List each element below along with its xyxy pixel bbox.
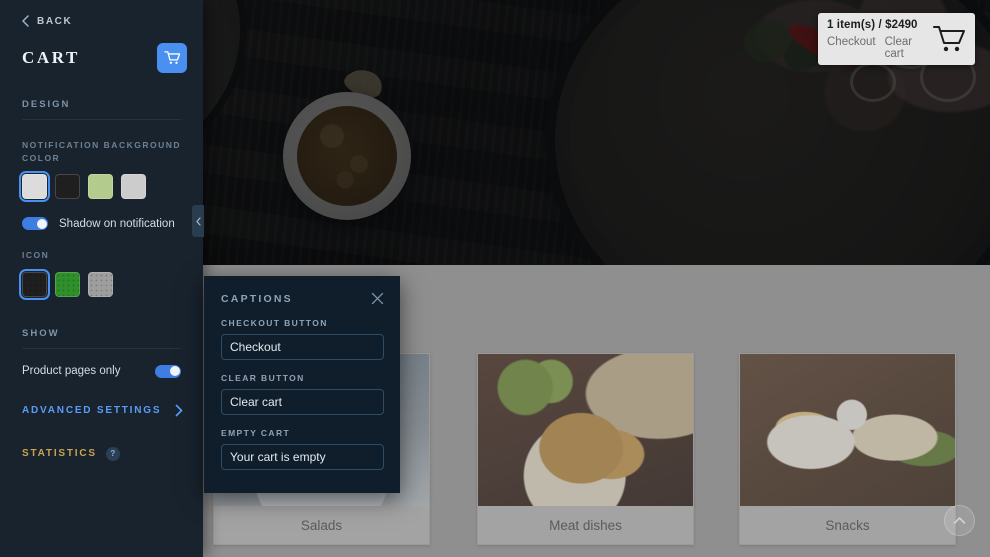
icon-swatch-dark[interactable] (19, 268, 50, 300)
toggle-knob (36, 218, 47, 229)
product-card[interactable]: Meat dishes (477, 353, 694, 545)
captions-modal-header: CAPTIONS (204, 276, 400, 305)
cart-notification-texts: 1 item(s) / $2490 Checkout Clear cart (827, 19, 932, 60)
color-swatch-green[interactable] (88, 174, 113, 200)
product-card[interactable]: Snacks (739, 353, 956, 545)
shadow-on-notification-row[interactable]: Shadow on notification (22, 217, 203, 231)
shadow-on-notification-label: Shadow on notification (59, 217, 175, 230)
advanced-settings-label: ADVANCED SETTINGS (22, 404, 162, 416)
scroll-to-top-button[interactable] (944, 505, 975, 536)
checkout-button-caption-input[interactable] (221, 334, 384, 360)
statistics-row[interactable]: STATISTICS ? (22, 446, 203, 461)
chevron-up-icon (953, 517, 966, 524)
product-card-title: Salads (214, 506, 429, 544)
icon-swatch-green[interactable] (55, 271, 80, 297)
shadow-on-notification-toggle[interactable] (22, 217, 48, 231)
toggle-knob (169, 366, 180, 377)
sausages-board-image (478, 354, 693, 506)
notification-bg-color-swatches (19, 171, 203, 203)
product-card-title: Meat dishes (478, 506, 693, 544)
chevron-left-icon (195, 216, 201, 226)
product-pages-only-row[interactable]: Product pages only (22, 364, 181, 378)
product-pages-only-label: Product pages only (22, 365, 121, 378)
icon-group-label: ICON (22, 250, 50, 261)
back-label: BACK (37, 15, 73, 27)
clear-cart-link[interactable]: Clear cart (885, 36, 932, 60)
clear-button-caption-input[interactable] (221, 389, 384, 415)
clear-button-caption-label: CLEAR BUTTON (221, 373, 305, 383)
notification-bg-color-label: NOTIFICATION BACKGROUND COLOR (22, 140, 181, 164)
close-icon[interactable] (371, 292, 384, 305)
panel-collapse-handle[interactable] (192, 205, 204, 237)
divider (22, 119, 181, 120)
icon-color-swatches (19, 268, 203, 300)
color-swatch-gray[interactable] (121, 174, 146, 200)
captions-modal: CAPTIONS CHECKOUT BUTTON CLEAR BUTTON EM… (204, 276, 400, 493)
panel-header: CART (0, 27, 203, 73)
product-card-title: Snacks (740, 506, 955, 544)
back-button[interactable]: BACK (0, 0, 203, 27)
advanced-settings-row[interactable]: ADVANCED SETTINGS (22, 404, 183, 417)
empty-cart-caption-input[interactable] (221, 444, 384, 470)
shopping-cart-icon (933, 26, 965, 52)
chevron-right-icon (175, 404, 183, 416)
captions-modal-title: CAPTIONS (221, 292, 293, 305)
section-header-show: SHOW (22, 327, 60, 339)
cart-summary-text: 1 item(s) / $2490 (827, 18, 918, 31)
statistics-help-badge[interactable]: ? (105, 446, 120, 461)
cart-notification-actions: Checkout Clear cart (827, 36, 932, 60)
app-root: Salads Meat dishes Snacks 1 item(s) / $2… (0, 0, 990, 557)
chevron-left-icon (22, 15, 29, 27)
cart-notification-widget[interactable]: 1 item(s) / $2490 Checkout Clear cart (818, 13, 975, 65)
statistics-label: STATISTICS (22, 448, 97, 460)
checkout-link[interactable]: Checkout (827, 36, 876, 60)
fries-sandwich-board-image (740, 354, 955, 506)
section-header-design: DESIGN (22, 99, 71, 110)
empty-cart-caption-label: EMPTY CART (221, 428, 291, 438)
checkout-button-caption-label: CHECKOUT BUTTON (221, 318, 328, 328)
product-pages-only-toggle[interactable] (155, 364, 181, 378)
icon-swatch-gray[interactable] (88, 271, 113, 297)
cart-preview-button[interactable] (157, 43, 187, 73)
divider (22, 347, 181, 349)
color-swatch-dark[interactable] (55, 174, 80, 200)
settings-panel: BACK CART DESIGN NOTIFICATION BACKGROUND… (0, 0, 203, 557)
color-swatch-white[interactable] (19, 171, 50, 203)
shopping-cart-icon (163, 51, 180, 64)
page-title: CART (22, 48, 80, 67)
